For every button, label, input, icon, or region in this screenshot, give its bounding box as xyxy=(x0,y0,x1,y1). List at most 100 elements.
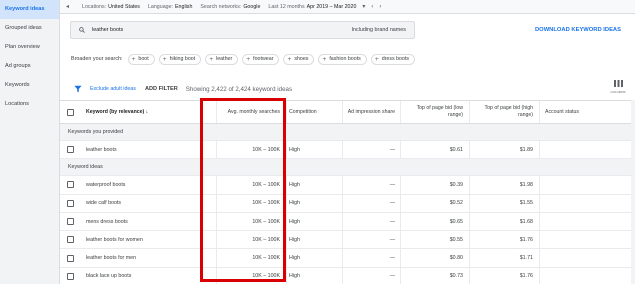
competition-cell: High xyxy=(287,212,343,231)
high-bid-cell: $1.71 xyxy=(470,249,540,267)
table-row[interactable]: black lace up boots 10K – 100K High — $0… xyxy=(60,267,635,284)
networks-value[interactable]: Google xyxy=(243,4,260,10)
brand-names-toggle[interactable]: Including brand names xyxy=(351,27,406,33)
results-count: Showing 2,422 of 2,424 keyword ideas xyxy=(185,85,293,93)
sidebar-item-keyword-ideas[interactable]: Keyword ideas xyxy=(0,0,59,19)
chip-fashion-boots[interactable]: + fashion boots xyxy=(318,53,367,65)
section-keywords-provided: Keywords you provided xyxy=(60,124,635,141)
sidebar-item-keywords[interactable]: Keywords xyxy=(0,76,59,95)
columns-label: COLUMNS xyxy=(610,90,626,94)
sidebar-item-ad-groups[interactable]: Ad groups xyxy=(0,57,59,76)
select-all-checkbox[interactable] xyxy=(60,101,80,123)
scrollbar[interactable] xyxy=(631,100,635,284)
chip-boot[interactable]: + boot xyxy=(127,53,155,65)
checkbox[interactable] xyxy=(66,181,74,189)
plus-icon: + xyxy=(209,55,214,63)
chip-label: leather xyxy=(216,56,233,62)
checkbox[interactable] xyxy=(66,218,74,226)
impression-cell: — xyxy=(343,194,401,212)
low-bid-cell: $0.39 xyxy=(401,176,470,194)
header-keyword[interactable]: Keyword (by relevance) ↓ xyxy=(80,101,217,123)
keyword-cell: black lace up boots xyxy=(80,267,217,284)
row-checkbox[interactable] xyxy=(60,141,80,158)
chip-hiking-boot[interactable]: + hiking boot xyxy=(158,53,202,65)
networks-label[interactable]: Search networks: xyxy=(200,4,241,10)
table-row[interactable]: mens dress boots 10K – 100K High — $0.65… xyxy=(60,212,635,232)
add-filter-button[interactable]: ADD FILTER xyxy=(145,86,178,92)
impression-cell: — xyxy=(343,231,401,249)
filter-icon[interactable] xyxy=(74,85,82,93)
competition-cell: High xyxy=(287,267,343,284)
row-checkbox[interactable] xyxy=(60,249,80,266)
language-value[interactable]: English xyxy=(175,4,192,10)
competition-cell: High xyxy=(287,249,343,267)
high-bid-cell: $1.76 xyxy=(470,231,540,249)
header-competition[interactable]: Competition xyxy=(287,101,343,123)
header-ad-impression-share[interactable]: Ad impression share xyxy=(343,101,401,123)
checkbox[interactable] xyxy=(66,272,74,280)
chevron-left-icon[interactable]: ‹ xyxy=(371,4,373,10)
impression-cell: — xyxy=(343,267,401,284)
section-label: Keyword ideas xyxy=(68,164,103,171)
checkbox[interactable] xyxy=(66,146,74,154)
low-bid-cell: $0.52 xyxy=(401,194,470,212)
date-range-value[interactable]: Apr 2019 – Mar 2020 xyxy=(307,4,357,10)
settings-bar: ◂ Locations: United States Language: Eng… xyxy=(60,0,635,14)
chip-leather[interactable]: + leather xyxy=(205,53,239,65)
checkbox[interactable] xyxy=(66,199,74,207)
status-cell xyxy=(540,249,635,266)
keyword-table: Keyword (by relevance) ↓ Avg. monthly se… xyxy=(60,100,635,284)
row-checkbox[interactable] xyxy=(60,213,80,230)
high-bid-cell: $1.55 xyxy=(470,194,540,212)
row-checkbox[interactable] xyxy=(60,268,80,284)
checkbox[interactable] xyxy=(66,108,74,116)
chip-label: footwear xyxy=(253,56,274,62)
sidebar-item-locations[interactable]: Locations xyxy=(0,95,59,114)
header-top-bid-low[interactable]: Top of page bid (low range) xyxy=(401,101,470,123)
competition-cell: High xyxy=(287,141,343,159)
table-row[interactable]: leather boots for women 10K – 100K High … xyxy=(60,231,635,250)
date-range-label[interactable]: Last 12 months xyxy=(268,4,304,10)
table-row[interactable]: waterproof boots 10K – 100K High — $0.39… xyxy=(60,176,635,195)
table-row[interactable]: wide calf boots 10K – 100K High — $0.52 … xyxy=(60,194,635,213)
sidebar-item-plan-overview[interactable]: Plan overview xyxy=(0,38,59,57)
competition-cell: High xyxy=(287,194,343,212)
chip-label: boot xyxy=(138,56,149,62)
impression-cell: — xyxy=(343,176,401,194)
row-checkbox[interactable] xyxy=(60,231,80,248)
columns-button[interactable]: COLUMNS xyxy=(609,80,627,98)
row-checkbox[interactable] xyxy=(60,195,80,212)
chevron-right-icon[interactable]: › xyxy=(379,4,381,10)
high-bid-cell: $1.89 xyxy=(470,141,540,159)
locations-label[interactable]: Locations: xyxy=(82,4,106,10)
header-account-status[interactable]: Account status xyxy=(540,101,635,123)
table-row[interactable]: leather boots 10K – 100K High — $0.61 $1… xyxy=(60,141,635,160)
sidebar: Keyword ideas Grouped ideas Plan overvie… xyxy=(0,0,60,284)
row-checkbox[interactable] xyxy=(60,176,80,193)
high-bid-cell: $1.68 xyxy=(470,212,540,231)
back-arrow-icon[interactable]: ◂ xyxy=(66,3,74,10)
status-cell xyxy=(540,176,635,193)
exclude-adult-ideas-link[interactable]: Exclude adult ideas xyxy=(90,86,136,92)
chip-label: hiking boot xyxy=(169,56,196,62)
checkbox[interactable] xyxy=(66,254,74,262)
header-top-bid-high[interactable]: Top of page bid (high range) xyxy=(470,101,540,123)
chip-shoes[interactable]: + shoes xyxy=(283,53,315,65)
low-bid-cell: $0.55 xyxy=(401,231,470,249)
sidebar-item-grouped-ideas[interactable]: Grouped ideas xyxy=(0,19,59,38)
language-label[interactable]: Language: xyxy=(148,4,173,10)
competition-cell: High xyxy=(287,176,343,194)
chevron-down-icon[interactable]: ▾ xyxy=(362,3,365,10)
table-row[interactable]: leather boots for men 10K – 100K High — … xyxy=(60,249,635,268)
status-cell xyxy=(540,141,635,158)
locations-value[interactable]: United States xyxy=(108,4,140,10)
chip-label: fashion boots xyxy=(329,56,361,62)
keyword-search-input[interactable]: leather boots Including brand names xyxy=(70,21,415,39)
checkbox[interactable] xyxy=(66,236,74,244)
chip-footwear[interactable]: + footwear xyxy=(242,53,280,65)
low-bid-cell: $0.65 xyxy=(401,212,470,231)
keyword-cell: leather boots for women xyxy=(80,231,217,249)
chip-dress-boots[interactable]: + dress boots xyxy=(370,53,416,65)
download-keyword-ideas-button[interactable]: DOWNLOAD KEYWORD IDEAS xyxy=(535,27,621,33)
columns-icon xyxy=(613,80,623,87)
